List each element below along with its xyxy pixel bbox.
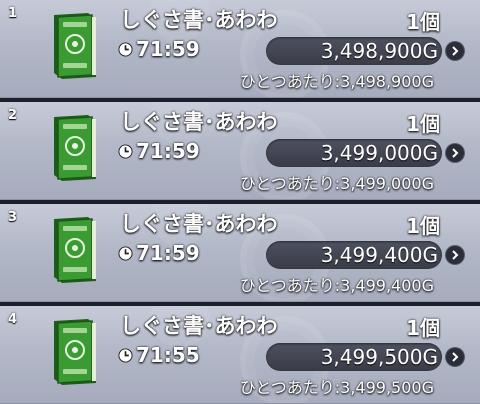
time-value: 71:59 xyxy=(136,139,200,163)
unit-price: ひとつあたり:3,499,400G xyxy=(239,276,434,295)
item-quantity: 1個 xyxy=(406,214,440,238)
price-bar: 3,499,500G xyxy=(266,343,442,371)
green-book-icon xyxy=(54,115,96,181)
open-listing-button[interactable] xyxy=(446,246,464,264)
total-price: 3,499,500G xyxy=(320,345,438,369)
item-quantity: 1個 xyxy=(406,10,440,34)
clock-icon xyxy=(118,41,133,57)
total-price: 3,498,900G xyxy=(320,39,438,63)
time-remaining: 71:59 xyxy=(118,241,200,265)
chevron-right-icon xyxy=(452,46,459,56)
green-book-icon xyxy=(54,319,96,385)
clock-icon xyxy=(118,143,133,159)
chevron-right-icon xyxy=(452,250,459,260)
listing-row[interactable]: 3 しぐさ書･あわわ 1個 71:59 3,499,400G ひとつあたり:3,… xyxy=(0,204,480,302)
listing-row[interactable]: 4 しぐさ書･あわわ 1個 71:55 3,499,500G ひとつあたり:3,… xyxy=(0,306,480,404)
rank-number: 3 xyxy=(8,210,18,225)
clock-icon xyxy=(118,245,133,261)
item-quantity: 1個 xyxy=(406,112,440,136)
total-price: 3,499,000G xyxy=(320,141,438,165)
listing-row[interactable]: 1 しぐさ書･あわわ 1個 71:59 3,498,900G ひとつあたり:3,… xyxy=(0,0,480,98)
unit-price: ひとつあたり:3,498,900G xyxy=(239,72,434,91)
price-bar: 3,499,000G xyxy=(266,139,442,167)
unit-price: ひとつあたり:3,499,000G xyxy=(239,174,434,193)
green-book-icon xyxy=(54,217,96,283)
time-remaining: 71:59 xyxy=(118,37,200,61)
time-value: 71:55 xyxy=(136,343,200,367)
open-listing-button[interactable] xyxy=(446,348,464,366)
listing-list: 1 しぐさ書･あわわ 1個 71:59 3,498,900G ひとつあたり:3,… xyxy=(0,0,480,404)
time-remaining: 71:55 xyxy=(118,343,200,367)
item-name: しぐさ書･あわわ xyxy=(120,212,278,236)
open-listing-button[interactable] xyxy=(446,42,464,60)
price-bar: 3,498,900G xyxy=(266,37,442,65)
rank-number: 4 xyxy=(8,312,18,327)
chevron-right-icon xyxy=(452,148,459,158)
rank-number: 1 xyxy=(8,6,18,21)
item-name: しぐさ書･あわわ xyxy=(120,8,278,32)
unit-price: ひとつあたり:3,499,500G xyxy=(239,378,434,397)
item-name: しぐさ書･あわわ xyxy=(120,314,278,338)
time-value: 71:59 xyxy=(136,37,200,61)
rank-number: 2 xyxy=(8,108,18,123)
item-quantity: 1個 xyxy=(406,316,440,340)
total-price: 3,499,400G xyxy=(320,243,438,267)
green-book-icon xyxy=(54,13,96,79)
item-name: しぐさ書･あわわ xyxy=(120,110,278,134)
chevron-right-icon xyxy=(452,352,459,362)
price-bar: 3,499,400G xyxy=(266,241,442,269)
clock-icon xyxy=(118,347,133,363)
open-listing-button[interactable] xyxy=(446,144,464,162)
listing-row[interactable]: 2 しぐさ書･あわわ 1個 71:59 3,499,000G ひとつあたり:3,… xyxy=(0,102,480,200)
time-value: 71:59 xyxy=(136,241,200,265)
time-remaining: 71:59 xyxy=(118,139,200,163)
